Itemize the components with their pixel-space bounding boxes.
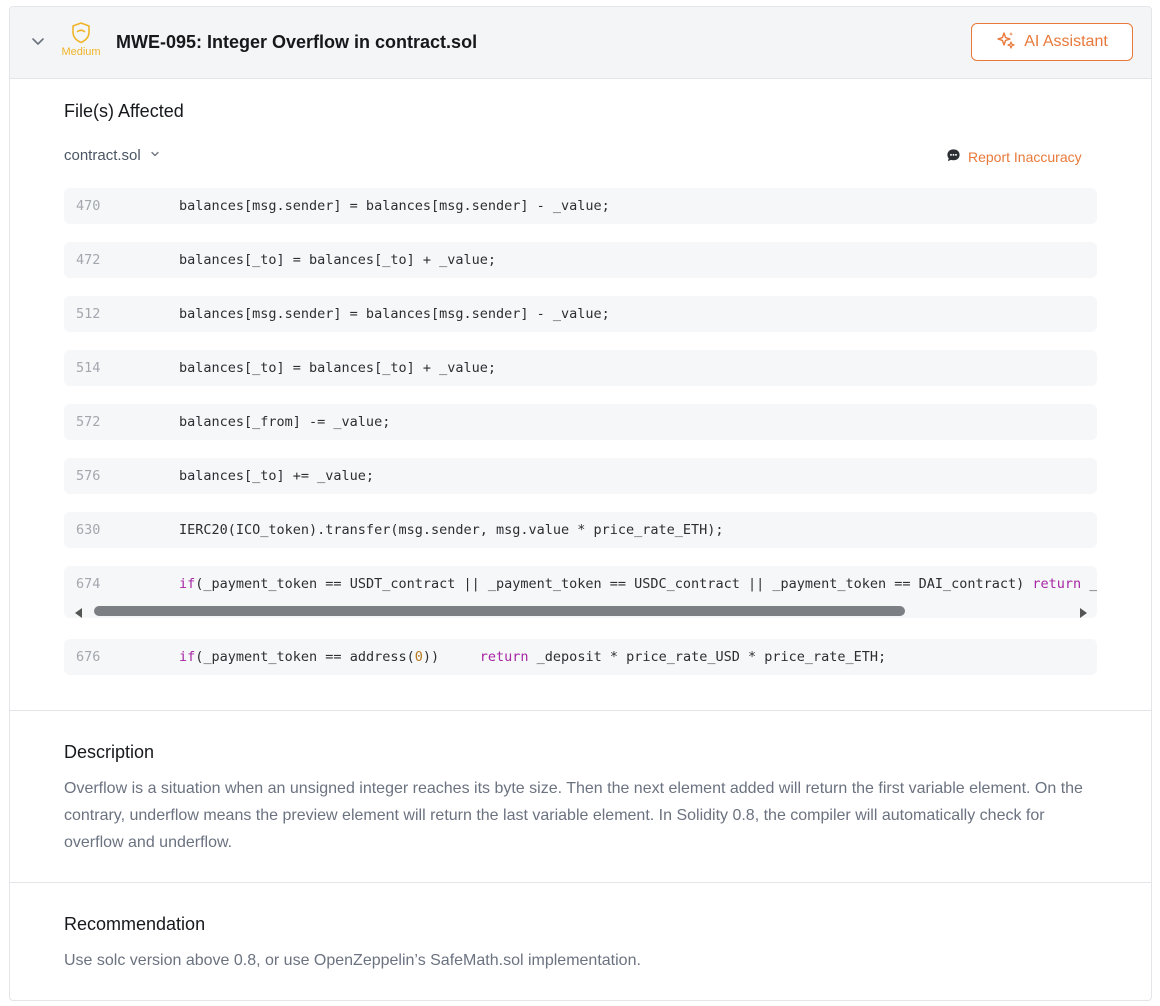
- finding-title: MWE-095: Integer Overflow in contract.so…: [116, 32, 478, 52]
- chat-bubble-icon: [946, 148, 961, 166]
- code-line: 512 balances[msg.sender] = balances[msg.…: [64, 296, 1097, 332]
- chevron-down-icon[interactable]: [30, 33, 46, 49]
- code-fragment: _deposit * price_rate_USD * price_rate_E…: [528, 649, 887, 665]
- scroll-right-icon[interactable]: [1078, 606, 1088, 618]
- severity-badge: Medium: [56, 21, 106, 65]
- ai-assistant-label: AI Assistant: [1024, 33, 1108, 50]
- code-text: balances[_to] += _value;: [179, 468, 375, 484]
- code-text: balances[msg.sender] = balances[msg.send…: [179, 306, 610, 322]
- line-number: 572: [76, 414, 101, 430]
- code-text: balances[_to] = balances[_to] + _value;: [179, 360, 496, 376]
- code-text: if(_payment_token == USDT_contract || _p…: [179, 576, 1097, 592]
- finding-card: Medium MWE-095: Integer Overflow in cont…: [9, 6, 1152, 1001]
- report-inaccuracy-link[interactable]: Report Inaccuracy: [946, 148, 1082, 166]
- scroll-left-icon[interactable]: [74, 606, 84, 618]
- code-fragment: (_payment_token == USDT_contract || _pay…: [195, 576, 1033, 592]
- scrollbar-thumb[interactable]: [94, 606, 905, 616]
- recommendation-heading: Recommendation: [64, 914, 206, 934]
- horizontal-scrollbar[interactable]: [72, 604, 1090, 618]
- line-number: 674: [76, 576, 101, 592]
- code-text: if(_payment_token == address(0)) return …: [179, 649, 886, 665]
- files-affected-heading: File(s) Affected: [64, 101, 184, 121]
- code-text: balances[_from] -= _value;: [179, 414, 391, 430]
- code-line: 676 if(_payment_token == address(0)) ret…: [64, 639, 1097, 675]
- code-line: 576 balances[_to] += _value;: [64, 458, 1097, 494]
- code-keyword: if: [179, 576, 196, 592]
- code-line: 470 balances[msg.sender] = balances[msg.…: [64, 188, 1097, 224]
- report-inaccuracy-label: Report Inaccuracy: [968, 149, 1082, 165]
- code-number: 0: [414, 649, 423, 665]
- line-number: 512: [76, 306, 101, 322]
- code-line: 572 balances[_from] -= _value;: [64, 404, 1097, 440]
- code-keyword: if: [179, 649, 196, 665]
- divider: [10, 882, 1151, 883]
- line-number: 630: [76, 522, 101, 538]
- code-text: balances[msg.sender] = balances[msg.send…: [179, 198, 610, 214]
- description-heading: Description: [64, 742, 155, 762]
- code-text: balances[_to] = balances[_to] + _value;: [179, 252, 496, 268]
- code-line-scrollable[interactable]: 674 if(_payment_token == USDT_contract |…: [64, 566, 1097, 618]
- code-keyword: return: [1032, 576, 1082, 592]
- code-line: 630 IERC20(ICO_token).transfer(msg.sende…: [64, 512, 1097, 548]
- code-text: IERC20(ICO_token).transfer(msg.sender, m…: [179, 522, 724, 538]
- code-line: 472 balances[_to] = balances[_to] + _val…: [64, 242, 1097, 278]
- line-number: 470: [76, 198, 101, 214]
- line-number: 576: [76, 468, 101, 484]
- description-text: Overflow is a situation when an unsigned…: [64, 780, 1083, 851]
- shield-icon: [56, 21, 106, 45]
- code-keyword: return: [479, 649, 529, 665]
- file-selector[interactable]: contract.sol: [64, 147, 161, 164]
- chevron-down-icon: [149, 147, 161, 164]
- file-selector-label: contract.sol: [64, 147, 141, 164]
- recommendation-text: Use solc version above 0.8, or use OpenZ…: [64, 952, 641, 969]
- line-number: 514: [76, 360, 101, 376]
- divider: [10, 710, 1151, 711]
- severity-label: Medium: [61, 46, 101, 58]
- line-number: 676: [76, 649, 101, 665]
- finding-header[interactable]: Medium MWE-095: Integer Overflow in cont…: [10, 7, 1151, 79]
- code-line: 514 balances[_to] = balances[_to] + _val…: [64, 350, 1097, 386]
- line-number: 472: [76, 252, 101, 268]
- code-fragment: _d: [1089, 576, 1097, 592]
- sparkles-icon: [996, 30, 1016, 55]
- code-fragment: (_payment_token == address(: [195, 649, 415, 665]
- code-fragment: )): [422, 649, 480, 665]
- ai-assistant-button[interactable]: AI Assistant: [971, 23, 1133, 61]
